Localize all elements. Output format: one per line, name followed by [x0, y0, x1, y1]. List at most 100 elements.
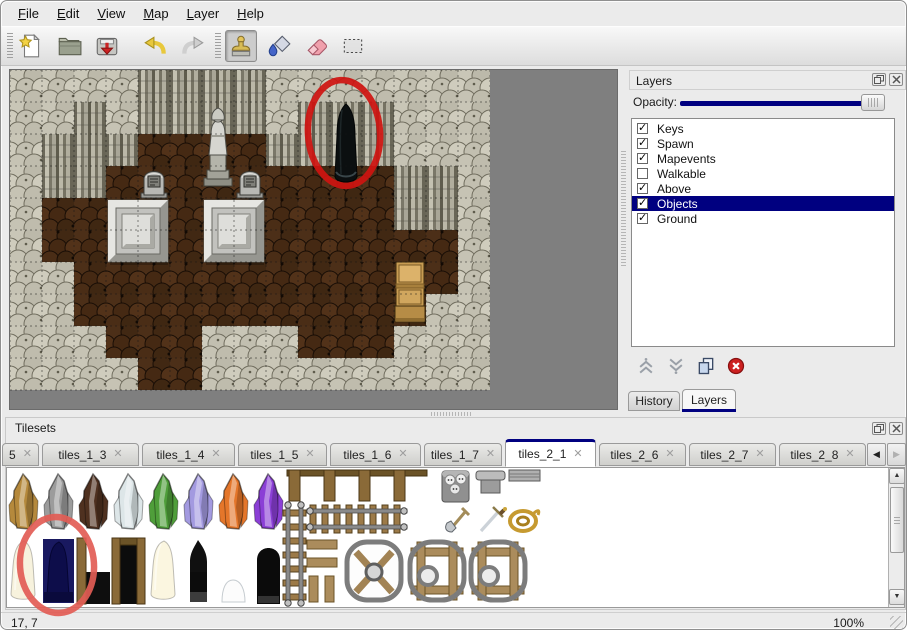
raise-layer-button[interactable]	[633, 355, 659, 379]
redo-button[interactable]	[177, 30, 209, 62]
map-canvas[interactable]	[10, 70, 490, 391]
toolbar-drag-handle[interactable]	[215, 33, 221, 59]
menu-file[interactable]: File	[9, 3, 48, 24]
tile-column-capital[interactable]	[476, 471, 505, 493]
tileset-content[interactable]: ▲ ▼	[6, 467, 905, 608]
tile-purple-crystal[interactable]	[254, 474, 283, 529]
tile-stone-beam[interactable]	[509, 470, 540, 481]
scroll-up-button[interactable]: ▲	[889, 468, 905, 484]
tile-orange-ore[interactable]	[219, 474, 248, 529]
layer-row-ground[interactable]: ✓Ground	[632, 211, 894, 226]
tileset-scrollbar[interactable]: ▲ ▼	[888, 468, 905, 607]
tilesets-close-button[interactable]	[889, 422, 903, 435]
menu-help[interactable]: Help	[228, 3, 273, 24]
layer-row-walkable[interactable]: Walkable	[632, 166, 894, 181]
vertical-splitter-handle[interactable]	[621, 151, 626, 266]
menu-map[interactable]: Map	[134, 3, 177, 24]
tile-rail-turntable-2[interactable]	[471, 542, 525, 600]
layer-visibility-checkbox[interactable]: ✓	[637, 153, 648, 164]
tileset-tab-5[interactable]: 5✕	[2, 443, 39, 466]
lower-layer-button[interactable]	[663, 355, 689, 379]
tileset-tab-tiles_1_5[interactable]: tiles_1_5✕	[238, 443, 327, 466]
eraser-tool-button[interactable]	[301, 30, 333, 62]
fill-tool-button[interactable]	[263, 30, 295, 62]
layer-row-objects[interactable]: ✓Objects	[632, 196, 894, 211]
tile-lavender-crystal[interactable]	[184, 474, 213, 529]
new-file-button[interactable]	[15, 30, 47, 62]
save-button[interactable]	[91, 30, 123, 62]
tileset-tab-tiles_1_6[interactable]: tiles_1_6✕	[330, 443, 421, 466]
layer-row-mapevents[interactable]: ✓Mapevents	[632, 151, 894, 166]
opacity-slider[interactable]	[680, 94, 890, 112]
stamp-tool-button[interactable]	[225, 30, 257, 62]
tile-shovel[interactable]	[446, 508, 469, 532]
layer-visibility-checkbox[interactable]: ✓	[637, 198, 648, 209]
tile-snow-mound[interactable]	[222, 580, 245, 602]
scroll-down-button[interactable]: ▼	[889, 589, 905, 605]
layer-visibility-checkbox[interactable]: ✓	[637, 138, 648, 149]
tile-rail-vertical[interactable]	[283, 502, 306, 606]
tab-close-icon[interactable]: ✕	[755, 449, 764, 460]
tab-close-icon[interactable]: ✕	[573, 449, 582, 460]
tile-navy-tile-selected[interactable]	[43, 539, 74, 603]
tile-rail-ties[interactable]	[307, 540, 337, 602]
layer-visibility-checkbox[interactable]: ✓	[637, 123, 648, 134]
dock-tab-layers[interactable]: Layers	[682, 389, 736, 411]
dock-tab-history[interactable]: History	[628, 391, 680, 411]
tile-cream-lump[interactable]	[151, 541, 175, 599]
scrollbar-thumb[interactable]	[890, 487, 904, 553]
tile-gold-ore[interactable]	[9, 474, 38, 529]
tile-silver-ore[interactable]	[44, 474, 73, 529]
menu-layer[interactable]: Layer	[178, 3, 229, 24]
map-viewport[interactable]	[9, 69, 618, 410]
opacity-slider-track[interactable]	[680, 101, 868, 106]
tab-close-icon[interactable]: ✕	[305, 449, 314, 460]
tilesets-float-button[interactable]	[872, 422, 886, 435]
tile-dark-doorway[interactable]	[112, 538, 145, 604]
duplicate-layer-button[interactable]	[693, 355, 719, 379]
tile-pale-lump[interactable]	[11, 541, 35, 599]
tileset-tab-tiles_2_6[interactable]: tiles_2_6✕	[599, 443, 686, 466]
tile-ice-ore[interactable]	[114, 474, 143, 529]
tile-sword[interactable]	[481, 507, 507, 531]
tab-scroll-left-button[interactable]: ◀	[867, 443, 886, 466]
layer-row-spawn[interactable]: ✓Spawn	[632, 136, 894, 151]
map-object-tombstone[interactable]	[141, 172, 167, 201]
tab-close-icon[interactable]: ✕	[665, 449, 674, 460]
tab-close-icon[interactable]: ✕	[398, 449, 407, 460]
tile-rail-horizontal[interactable]	[307, 505, 407, 533]
tab-scroll-right-button[interactable]: ▶	[887, 443, 906, 466]
map-object-cabinet[interactable]	[395, 262, 425, 322]
layers-close-button[interactable]	[889, 73, 903, 86]
tileset-tab-tiles_1_7[interactable]: tiles_1_7✕	[424, 443, 502, 466]
layers-float-button[interactable]	[872, 73, 886, 86]
layer-visibility-checkbox[interactable]: ✓	[637, 183, 648, 194]
layer-row-keys[interactable]: ✓Keys	[632, 121, 894, 136]
tile-rope-coil[interactable]	[510, 511, 539, 531]
tile-door-jamb[interactable]	[77, 538, 110, 604]
layer-visibility-checkbox[interactable]	[637, 168, 648, 179]
tab-close-icon[interactable]: ✕	[845, 449, 854, 460]
tab-close-icon[interactable]: ✕	[211, 449, 220, 460]
tile-rail-turntable-1[interactable]	[410, 542, 464, 600]
tileset-tab-tiles_2_1[interactable]: tiles_2_1✕	[505, 439, 596, 467]
horizontal-splitter-handle[interactable]	[431, 412, 473, 416]
resize-grip[interactable]	[890, 616, 903, 629]
tile-skull-pillar[interactable]	[442, 471, 469, 502]
tileset-tab-tiles_1_4[interactable]: tiles_1_4✕	[142, 443, 235, 466]
menu-view[interactable]: View	[88, 3, 134, 24]
layer-row-above[interactable]: ✓Above	[632, 181, 894, 196]
select-tool-button[interactable]	[337, 30, 369, 62]
tile-door-frame-tops[interactable]	[287, 470, 427, 501]
tile-dark-ore[interactable]	[79, 474, 108, 529]
delete-layer-button[interactable]	[723, 355, 749, 379]
tileset-tab-tiles_1_3[interactable]: tiles_1_3✕	[42, 443, 139, 466]
tile-green-ore[interactable]	[149, 474, 178, 529]
menu-edit[interactable]: Edit	[48, 3, 88, 24]
tile-black-arch[interactable]	[257, 548, 280, 604]
tileset-tab-tiles_2_7[interactable]: tiles_2_7✕	[689, 443, 776, 466]
tab-close-icon[interactable]: ✕	[23, 449, 32, 460]
tab-close-icon[interactable]: ✕	[113, 449, 122, 460]
opacity-slider-thumb[interactable]	[861, 94, 885, 111]
tab-close-icon[interactable]: ✕	[486, 449, 495, 460]
